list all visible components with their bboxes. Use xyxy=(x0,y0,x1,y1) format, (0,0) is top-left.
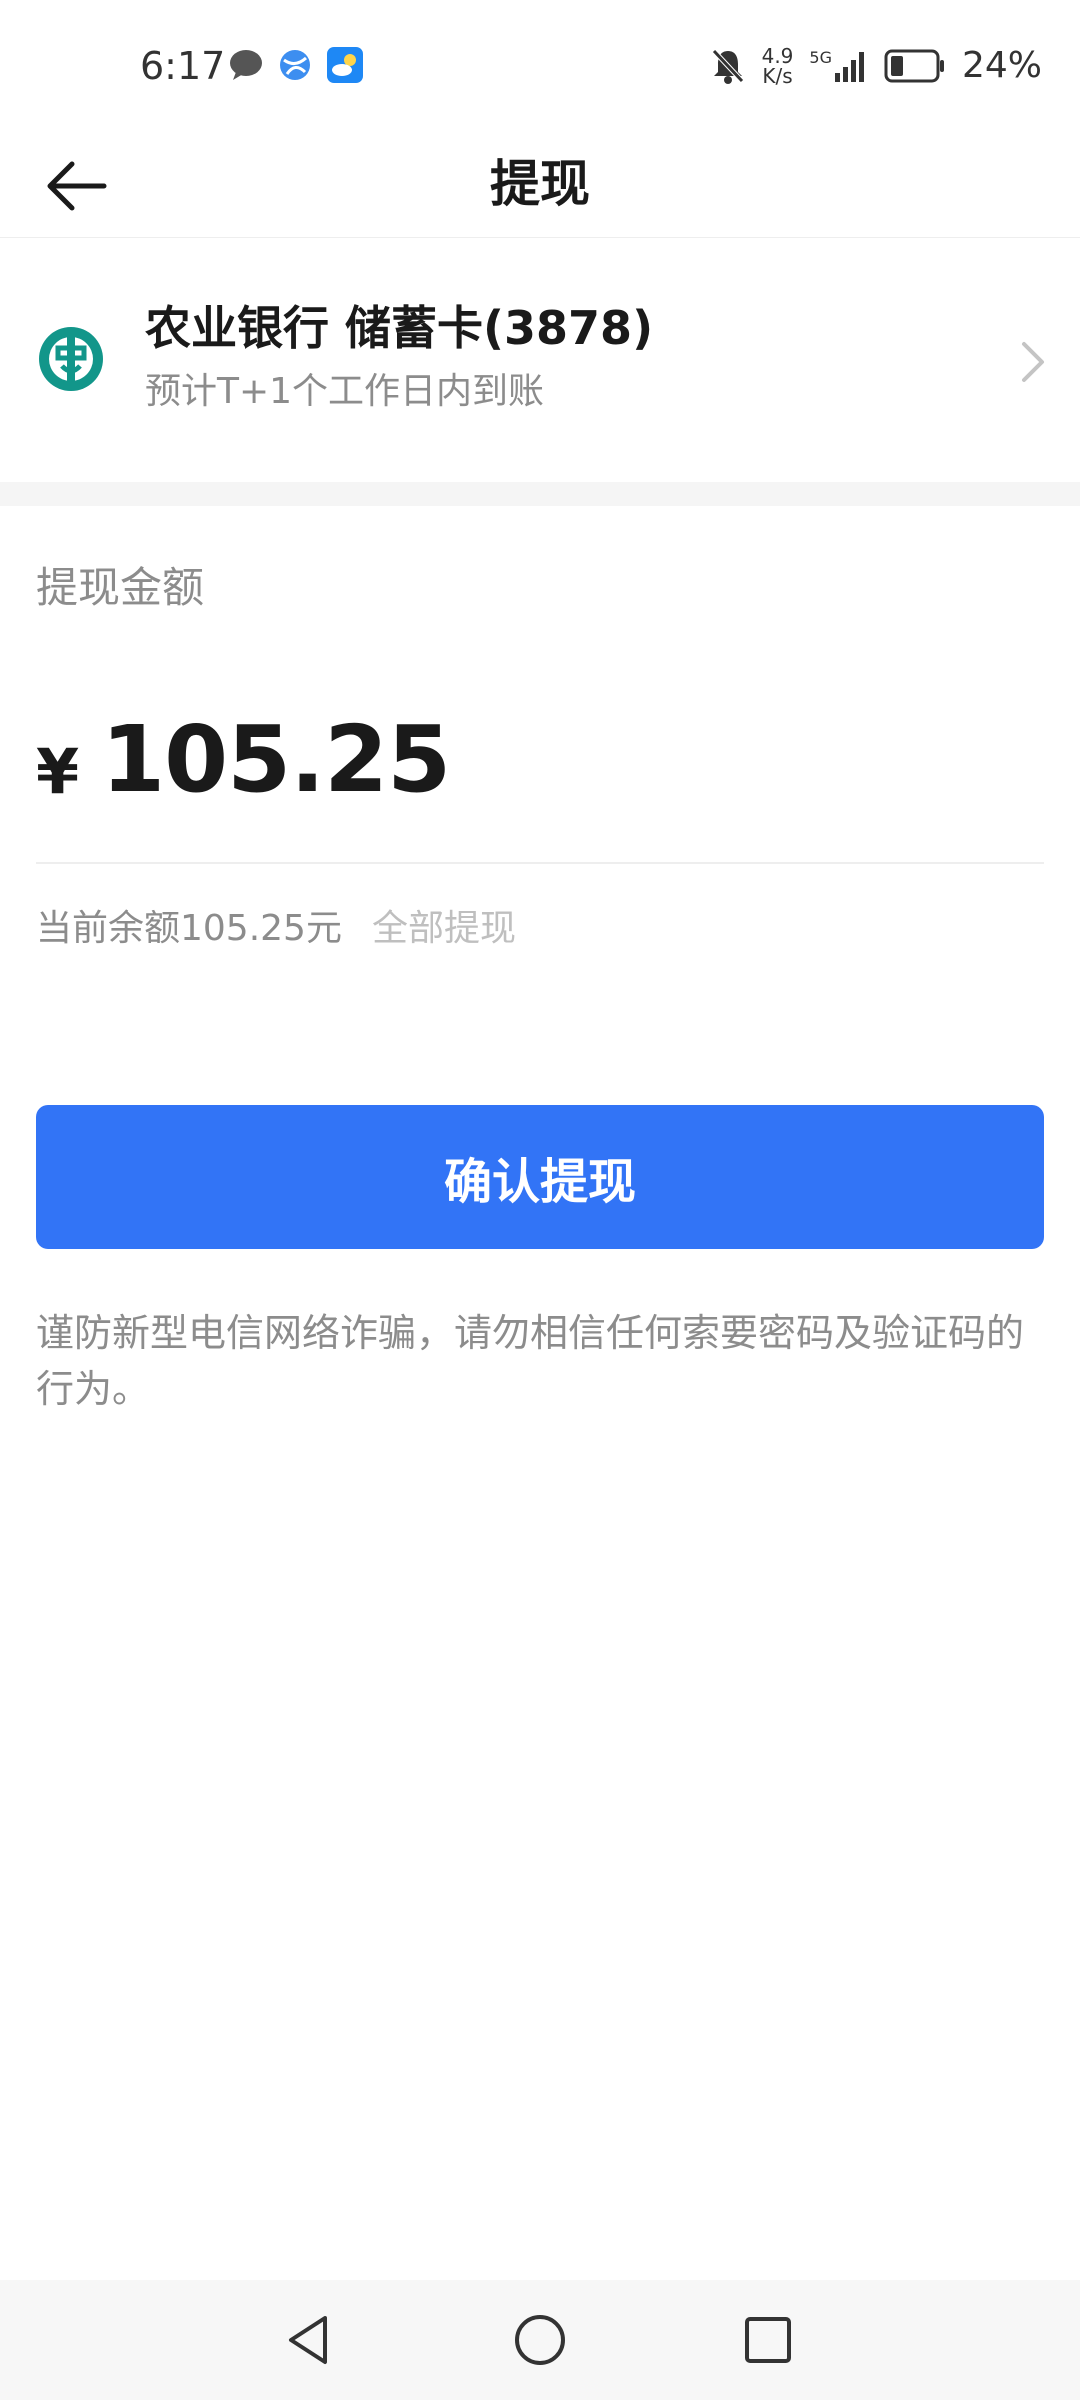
triangle-back-icon xyxy=(289,2316,327,2364)
page-title: 提现 xyxy=(490,155,590,213)
chevron-right-icon xyxy=(1008,334,1058,390)
confirm-withdraw-button[interactable]: 确认提现 xyxy=(36,1105,1044,1249)
abc-bank-logo-icon xyxy=(39,327,103,391)
status-right: 4.9 K/s 5G 24% xyxy=(710,40,1042,92)
square-recent-icon xyxy=(745,2317,791,2363)
net-speed-value: 4.9 xyxy=(761,44,794,68)
app-header: 提现 xyxy=(0,130,1080,238)
amount-input[interactable]: ¥ 105.25 xyxy=(36,690,451,820)
browser-icon xyxy=(280,50,310,80)
system-nav-bar xyxy=(0,2280,1080,2400)
arrival-time-text: 预计T+1个工作日内到账 xyxy=(145,371,545,412)
network-type: 5G xyxy=(809,48,832,67)
battery-percent: 24% xyxy=(961,45,1042,86)
bank-card-selector[interactable]: 农业银行 储蓄卡(3878) 预计T+1个工作日内到账 xyxy=(0,238,1080,482)
status-bar: 6:17 4.9 K/s 5G 24% xyxy=(0,0,1080,130)
notification-icons xyxy=(228,46,364,84)
withdraw-all-link[interactable]: 全部提现 xyxy=(372,899,516,951)
amount-label: 提现金额 xyxy=(36,563,205,612)
amount-value: 105.25 xyxy=(101,706,451,813)
net-speed-unit: K/s xyxy=(762,64,793,88)
battery-icon xyxy=(884,49,944,83)
nav-back-button[interactable] xyxy=(276,2308,340,2372)
chat-bubble-icon xyxy=(230,50,262,80)
circle-home-icon xyxy=(515,2315,565,2365)
currency-symbol: ¥ xyxy=(36,735,80,808)
amount-divider xyxy=(36,862,1044,864)
bank-card-name: 农业银行 储蓄卡(3878) xyxy=(145,301,654,355)
status-time: 6:17 xyxy=(140,44,226,88)
mute-bell-icon xyxy=(711,49,744,84)
fraud-warning-text: 谨防新型电信网络诈骗，请勿相信任何索要密码及验证码的行为。 xyxy=(36,1311,1025,1411)
nav-home-button[interactable] xyxy=(508,2308,572,2372)
network-speed: 4.9 K/s xyxy=(762,46,794,86)
weather-icon xyxy=(327,47,363,83)
signal-icon xyxy=(834,52,864,82)
balance-text: 当前余额105.25元 xyxy=(36,908,342,949)
signal-indicator: 5G xyxy=(809,49,868,83)
nav-recent-button[interactable] xyxy=(736,2308,800,2372)
section-divider xyxy=(0,482,1080,506)
balance-row: 当前余额105.25元 全部提现 xyxy=(36,895,516,955)
